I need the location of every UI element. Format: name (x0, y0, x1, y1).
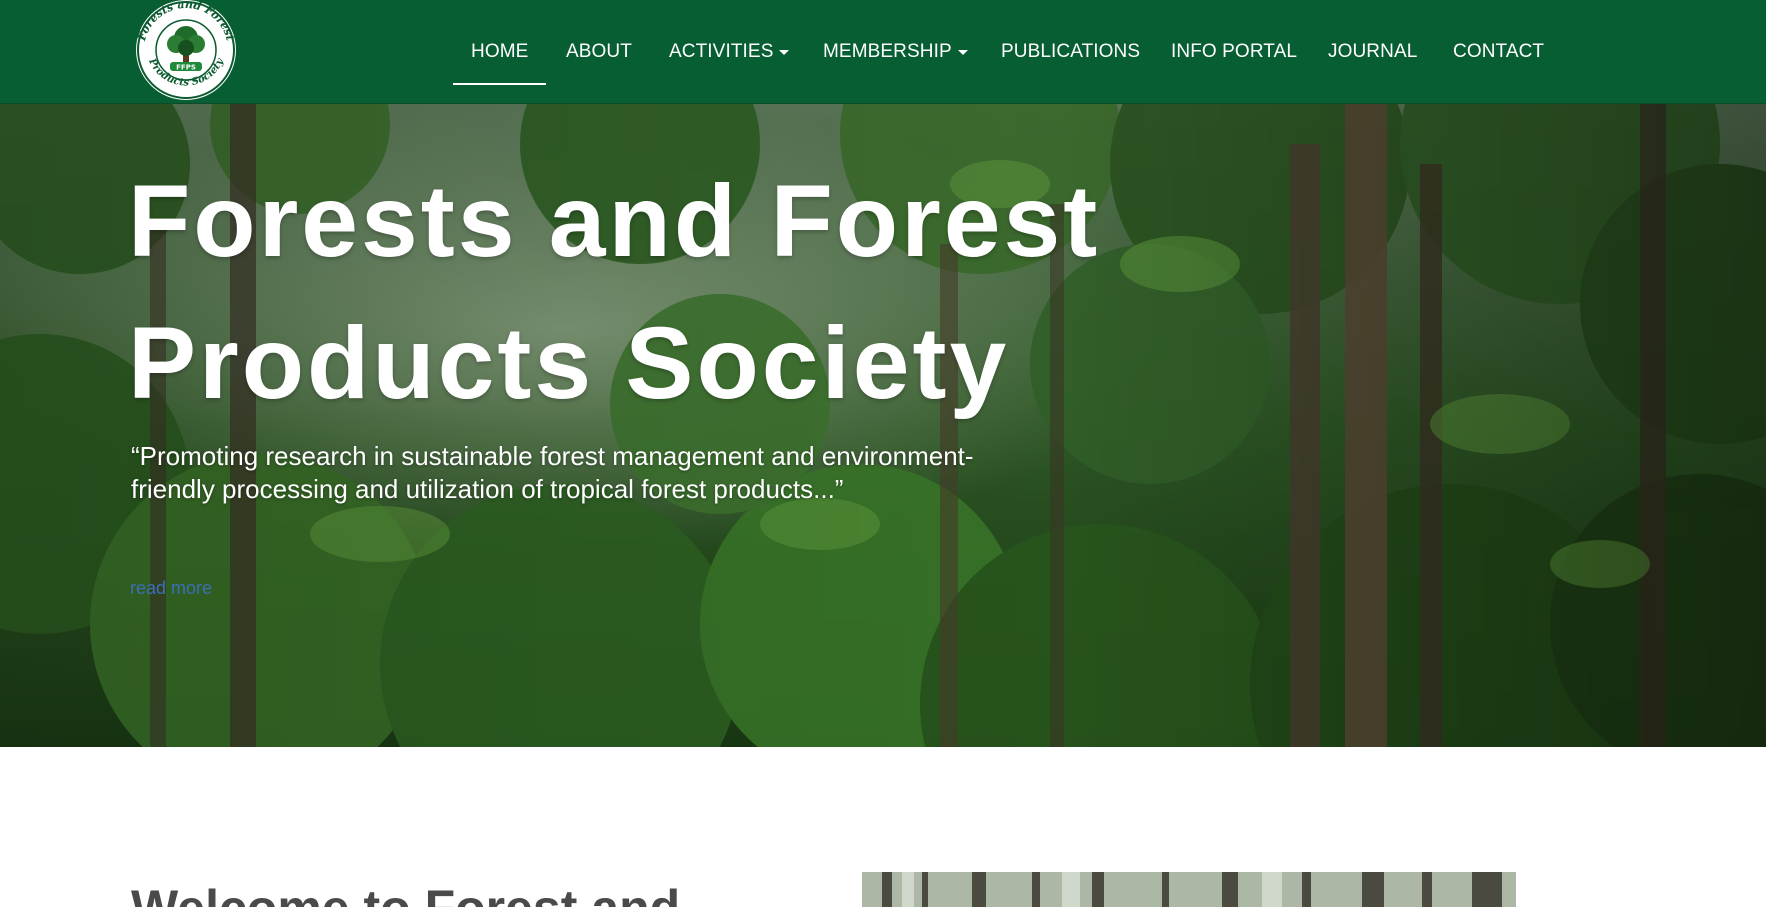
hero-tagline-line-1: “Promoting research in sustainable fores… (131, 441, 974, 471)
welcome-forest-image (862, 872, 1516, 907)
hero-tagline-line-2: friendly processing and utilization of t… (131, 474, 844, 504)
caret-down-icon (957, 50, 968, 55)
nav-item-label: HOME (471, 40, 529, 62)
nav-item-label: ACTIVITIES (669, 40, 774, 62)
forest-photo-image (862, 872, 1516, 907)
nav-item-about[interactable]: ABOUT (566, 0, 632, 103)
nav-item-label: INFO PORTAL (1171, 40, 1298, 62)
hero-title-line-2: Products Society (128, 306, 1010, 420)
nav-item-journal[interactable]: JOURNAL (1328, 0, 1417, 103)
nav-item-label: PUBLICATIONS (1001, 40, 1141, 62)
logo-badge: FFPS (176, 64, 196, 72)
nav-item-publications[interactable]: PUBLICATIONS (1001, 0, 1140, 103)
top-navbar: FFPS Forests and Forest Products Society… (0, 0, 1766, 104)
site-logo[interactable]: FFPS Forests and Forest Products Society (130, 0, 242, 103)
read-more-link[interactable]: read more (130, 578, 212, 599)
nav-item-label: CONTACT (1453, 40, 1545, 62)
nav-item-label: ABOUT (566, 40, 632, 62)
logo-emblem-icon: FFPS Forests and Forest Products Society (135, 0, 237, 100)
nav-item-info-portal[interactable]: INFO PORTAL (1171, 0, 1297, 103)
nav-item-contact[interactable]: CONTACT (1453, 0, 1544, 103)
welcome-heading: Welcome to Forest and (131, 878, 751, 907)
hero-title-line-1: Forests and Forest (128, 164, 1101, 278)
caret-down-icon (779, 50, 790, 55)
hero-banner: Forests and Forest Products Society “Pro… (0, 104, 1766, 747)
nav-item-membership[interactable]: MEMBERSHIP (823, 0, 968, 103)
nav-item-activities[interactable]: ACTIVITIES (669, 0, 790, 103)
hero-title: Forests and Forest Products Society (128, 150, 1108, 434)
nav-item-label: MEMBERSHIP (823, 40, 952, 62)
hero-tagline: “Promoting research in sustainable fores… (131, 440, 1071, 506)
nav-item-home[interactable]: HOME (452, 0, 547, 103)
nav-item-label: JOURNAL (1328, 40, 1418, 62)
